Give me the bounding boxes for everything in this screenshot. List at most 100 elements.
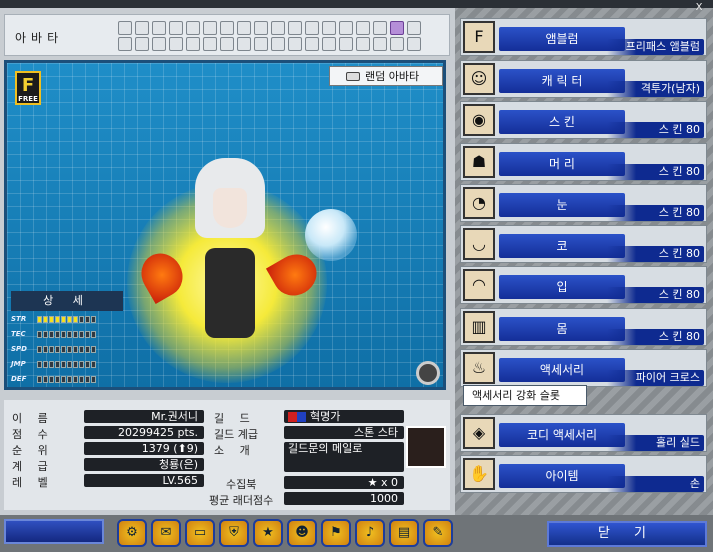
menu-value: 프리패스 앰블럼 — [607, 39, 704, 55]
guild-emblem-image — [406, 426, 446, 468]
shield-icon[interactable]: ⛨ — [219, 519, 249, 547]
gear-icon[interactable]: ⚙ — [117, 519, 147, 547]
menu-row-hair[interactable]: ☗ 머 리스 킨 80 — [460, 143, 707, 181]
stat-bar — [37, 345, 96, 353]
avatar-slot[interactable] — [305, 37, 319, 51]
avatar-slot[interactable] — [220, 37, 234, 51]
bell-icon[interactable]: ♪ — [355, 519, 385, 547]
random-avatar-button[interactable]: 랜덤 아바타 — [329, 66, 443, 86]
avatar-slot[interactable] — [186, 37, 200, 51]
avatar-slot[interactable] — [407, 37, 421, 51]
toggle-icon — [346, 71, 360, 81]
avatar-slot[interactable] — [271, 37, 285, 51]
menu-row-item[interactable]: ✋ 아이템 손 — [460, 455, 707, 493]
skin-icon: ◉ — [463, 104, 495, 136]
stat-name: DEF — [11, 375, 27, 383]
ladder-value: 1000 — [284, 492, 404, 505]
avatar-slot[interactable] — [203, 37, 217, 51]
avatar-slot[interactable] — [373, 21, 387, 35]
avatar-slot[interactable] — [339, 37, 353, 51]
rotate-icon[interactable] — [416, 361, 440, 385]
avatar-slot[interactable] — [288, 37, 302, 51]
avatar-character — [195, 158, 265, 368]
menu-row-body[interactable]: ▥ 몸 스 킨 80 — [460, 308, 707, 346]
avatar-slot[interactable] — [254, 21, 268, 35]
avatar-slot[interactable] — [118, 37, 132, 51]
avatar-slot[interactable] — [186, 21, 200, 35]
accessory-upgrade-slot[interactable]: 액세서리 강화 슬롯 — [463, 385, 587, 406]
grade-value: 청룡(은) — [84, 458, 204, 471]
avatar-slot[interactable] — [237, 21, 251, 35]
people-icon[interactable]: ☻ — [287, 519, 317, 547]
grade-label: 계 급 — [12, 460, 54, 473]
avatar-slot[interactable] — [169, 21, 183, 35]
star-icon[interactable]: ★ — [253, 519, 283, 547]
rank-label: 순 위 — [12, 444, 54, 457]
menu-value: 스 킨 80 — [607, 287, 704, 303]
avatar-slot[interactable] — [271, 21, 285, 35]
menu-row-mouth[interactable]: ◠ 입 스 킨 80 — [460, 266, 707, 304]
avatar-slot[interactable] — [356, 37, 370, 51]
close-button[interactable]: 닫 기 — [547, 521, 707, 547]
menu-row-skin[interactable]: ◉ 스 킨스 킨 80 — [460, 101, 707, 139]
avatar-slot-grid[interactable] — [118, 21, 421, 51]
intro-label: 소 개 — [214, 444, 256, 457]
avatar-slot[interactable] — [390, 21, 404, 35]
rank-value: 1379 (⬆9) — [84, 442, 204, 455]
menu-row-nose[interactable]: ◡ 코 스 킨 80 — [460, 225, 707, 263]
avatar-body — [205, 248, 255, 338]
score-label: 점 수 — [12, 428, 54, 441]
avatar-slot[interactable] — [322, 37, 336, 51]
avatar-slot[interactable] — [254, 37, 268, 51]
menu-row-accessory[interactable]: ♨ 액세서리 파이어 크로스 — [460, 349, 707, 387]
avatar-stage: F FREE 랜덤 아바타 상 세 STR TEC SPD JMP DEF — [4, 60, 446, 390]
stat-row: JMP — [11, 360, 96, 368]
note-icon[interactable]: ✎ — [423, 519, 453, 547]
menu-row-emblem[interactable]: F 앰블럼 프리패스 앰블럼 — [460, 18, 707, 56]
chart-icon[interactable]: ▤ — [389, 519, 419, 547]
avatar-slot[interactable] — [339, 21, 353, 35]
guild-value[interactable]: 혁명가 — [284, 410, 404, 423]
name-value: Mr.권서니 — [84, 410, 204, 423]
menu-value: 홀리 실드 — [607, 435, 704, 451]
avatar-slot[interactable] — [152, 37, 166, 51]
avatar-slot[interactable] — [237, 37, 251, 51]
stat-row: STR — [11, 315, 96, 323]
free-badge-letter: F — [21, 75, 35, 96]
guild-rank-label: 길드 계급 — [214, 428, 258, 441]
bag-icon[interactable]: ⚑ — [321, 519, 351, 547]
window-close-button[interactable]: X — [689, 2, 709, 13]
chat-icon[interactable]: ✉ — [151, 519, 181, 547]
avatar-slot[interactable] — [373, 37, 387, 51]
menu-value: 격투가(남자) — [607, 81, 704, 97]
collection-value[interactable]: ★ x 0 — [284, 476, 404, 489]
avatar-slot[interactable] — [135, 21, 149, 35]
avatar-slot[interactable] — [118, 21, 132, 35]
avatar-slot[interactable] — [135, 37, 149, 51]
avatar-slot[interactable] — [305, 21, 319, 35]
avatar-tab[interactable]: 아바타 — [4, 14, 450, 56]
avatar-slot[interactable] — [322, 21, 336, 35]
free-badge-sub: FREE — [18, 95, 38, 103]
intro-value: 길드문의 메일로 — [284, 442, 404, 472]
avatar-slot[interactable] — [169, 37, 183, 51]
avatar-slot[interactable] — [152, 21, 166, 35]
body-icon: ▥ — [463, 311, 495, 343]
avatar-slot[interactable] — [203, 21, 217, 35]
title-bar — [0, 0, 713, 8]
avatar-slot[interactable] — [390, 37, 404, 51]
avatar-slot[interactable] — [356, 21, 370, 35]
menu-row-codi-accessory[interactable]: ◈ 코디 액세서리 홀리 실드 — [460, 414, 707, 452]
avatar-slot[interactable] — [407, 21, 421, 35]
chat-input[interactable] — [4, 519, 104, 544]
codi-accessory-icon: ◈ — [463, 417, 495, 449]
avatar-face — [213, 188, 247, 228]
avatar-slot[interactable] — [220, 21, 234, 35]
random-avatar-label: 랜덤 아바타 — [365, 70, 420, 83]
menu-row-character[interactable]: ☺ 캐 릭 터 격투가(남자) — [460, 60, 707, 98]
avatar-tab-label: 아바타 — [15, 31, 64, 45]
detail-header[interactable]: 상 세 — [11, 291, 123, 311]
card-icon[interactable]: ▭ — [185, 519, 215, 547]
avatar-slot[interactable] — [288, 21, 302, 35]
menu-row-eye[interactable]: ◔ 눈 스 킨 80 — [460, 184, 707, 222]
